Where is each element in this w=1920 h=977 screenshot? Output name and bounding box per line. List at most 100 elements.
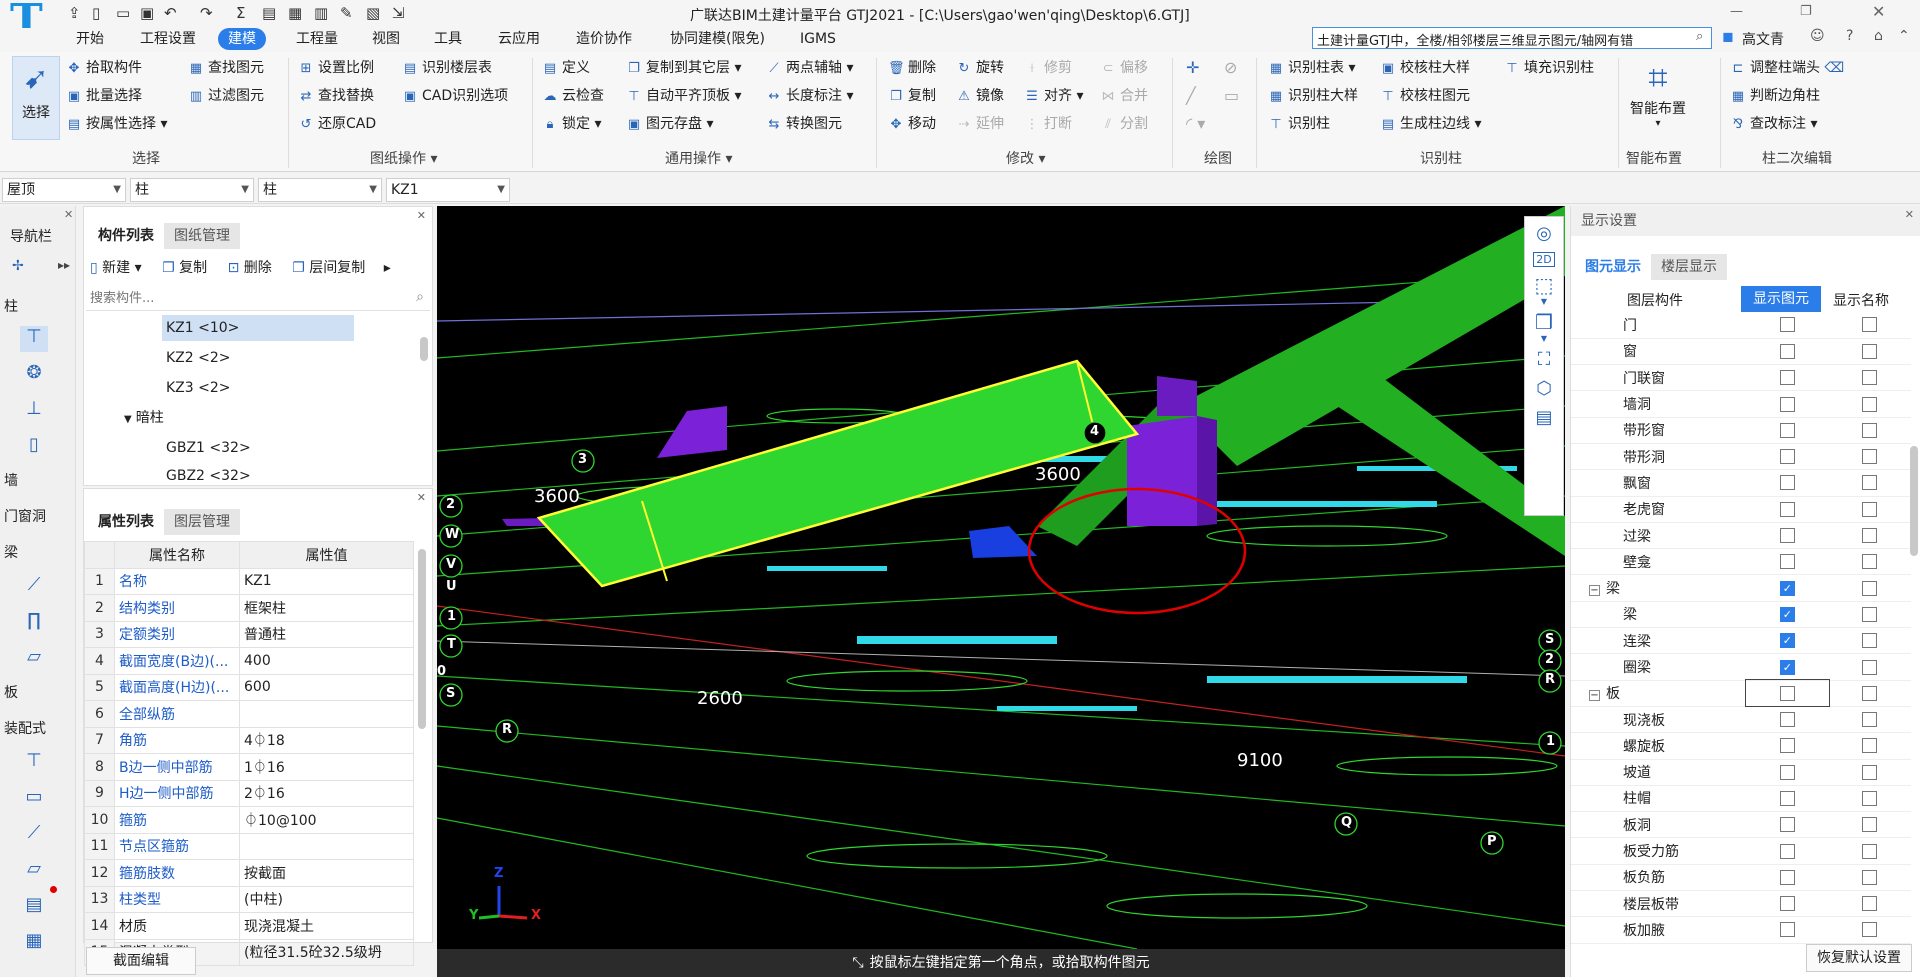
property-value[interactable]: KZ1 — [239, 567, 414, 595]
rotate-point-icon[interactable]: ⊘ — [1224, 58, 1237, 77]
show-name-cell[interactable] — [1828, 417, 1911, 444]
floor-select[interactable]: 屋顶 ▼ — [2, 178, 126, 202]
move-button[interactable]: ✥ 移动 — [888, 112, 936, 136]
tab-component-list[interactable]: 构件列表 — [88, 223, 164, 249]
scrollbar-thumb[interactable] — [418, 549, 426, 729]
show-element-checkbox[interactable] — [1779, 370, 1795, 386]
show-element-checkbox[interactable] — [1779, 475, 1795, 491]
split-button[interactable]: ⫽ 分割 — [1100, 112, 1148, 136]
property-value[interactable]: (中柱) — [239, 885, 414, 913]
menu-start[interactable]: 开始 — [66, 28, 114, 50]
category-select[interactable]: 柱 ▼ — [130, 178, 254, 202]
show-element-cell[interactable] — [1746, 390, 1829, 418]
minimize-icon[interactable]: — — [1730, 4, 1743, 19]
property-value[interactable]: 按截面 — [239, 859, 414, 887]
table-row[interactable]: 2 结构类别 框架柱 — [84, 594, 414, 622]
component-search-input[interactable] — [86, 287, 396, 309]
show-element-cell[interactable] — [1746, 312, 1829, 339]
property-value[interactable]: (粒径31.5砼32.5级坍 — [239, 938, 414, 966]
chevron-down-icon[interactable]: ▼ — [1525, 297, 1563, 306]
property-value[interactable]: 框架柱 — [239, 594, 414, 622]
property-value[interactable] — [239, 832, 414, 860]
layer-row[interactable]: 板负筋 — [1571, 864, 1911, 892]
table-row[interactable]: 12 箍筋肢数 按截面 — [84, 859, 414, 887]
panel-close-icon[interactable]: ✕ — [1905, 208, 1914, 221]
layer-row[interactable]: 门 — [1571, 312, 1911, 339]
show-element-cell[interactable] — [1746, 890, 1829, 918]
show-element-checkbox[interactable]: ✓ — [1779, 606, 1795, 622]
show-name-checkbox[interactable] — [1862, 554, 1878, 570]
judge-corner-column-button[interactable]: ▦ 判断边角柱 — [1730, 84, 1820, 108]
beam-icon[interactable]: ⟋ — [20, 574, 48, 600]
menu-project-settings[interactable]: 工程设置 — [130, 28, 206, 50]
show-name-checkbox[interactable] — [1862, 817, 1878, 833]
layer-row[interactable]: 窗 — [1571, 338, 1911, 366]
show-name-checkbox[interactable] — [1862, 317, 1878, 333]
group-label-modify[interactable]: 修改 ▾ — [1006, 148, 1045, 168]
show-element-checkbox[interactable] — [1779, 817, 1795, 833]
show-element-cell[interactable] — [1746, 496, 1829, 523]
show-name-cell[interactable] — [1828, 443, 1911, 471]
ring-beam-icon[interactable]: ▱ — [20, 646, 48, 672]
column-cap-icon[interactable]: ⊥ — [20, 398, 48, 424]
tab-layer-management[interactable]: 图层管理 — [164, 509, 240, 535]
menu-cloud[interactable]: 云应用 — [488, 28, 550, 50]
select-button[interactable]: ➹ 选择 — [12, 56, 60, 140]
table-icon[interactable]: ▥ — [314, 4, 328, 22]
show-name-cell[interactable] — [1828, 680, 1911, 707]
show-name-checkbox[interactable] — [1862, 501, 1878, 517]
show-element-cell[interactable] — [1746, 443, 1829, 471]
nav-section-column[interactable]: 柱 — [4, 296, 18, 316]
edit-icon[interactable]: ✎ — [340, 4, 353, 22]
chat-icon[interactable]: ☺ — [1810, 28, 1825, 44]
grid-icon[interactable]: ▦ — [288, 4, 302, 22]
show-name-cell[interactable] — [1828, 601, 1911, 629]
define-button[interactable]: ▤ 定义 — [542, 56, 590, 80]
show-element-cell[interactable] — [1745, 679, 1830, 708]
adjust-column-end-button[interactable]: ⊏ 调整柱端头 ⌫ — [1730, 56, 1845, 80]
show-name-checkbox[interactable] — [1862, 396, 1878, 412]
fit-view-icon[interactable]: ⛶ — [1525, 349, 1563, 370]
open-folder-icon[interactable]: ▭ — [116, 4, 130, 22]
help-search-input[interactable]: 土建计量GTJ中，全楼/相邻楼层三维显示图元/轴网有错 — [1312, 27, 1712, 49]
extend-button[interactable]: ⇢ 延伸 — [956, 112, 1004, 136]
component-select[interactable]: KZ1 ▼ — [386, 178, 510, 202]
show-name-cell[interactable] — [1828, 364, 1911, 392]
layer-row[interactable]: − 梁 ✓ — [1571, 574, 1911, 602]
sum-icon[interactable]: Σ — [236, 4, 245, 22]
property-value[interactable]: 2⏀16 — [239, 779, 414, 807]
property-value[interactable]: 400 — [239, 647, 414, 675]
cad-options-button[interactable]: ▣ CAD识别选项 — [402, 84, 508, 108]
tab-drawing-management[interactable]: 图纸管理 — [164, 223, 240, 249]
show-element-checkbox[interactable] — [1779, 554, 1795, 570]
layer-row[interactable]: 螺旋板 — [1571, 732, 1911, 760]
table-row[interactable]: 11 节点区箍筋 — [84, 832, 414, 860]
show-element-cell[interactable] — [1746, 522, 1829, 550]
help-icon[interactable]: ? — [1846, 28, 1853, 44]
show-element-cell[interactable] — [1746, 916, 1829, 944]
lock-button[interactable]: 🔒︎ 锁定 ▾ — [542, 112, 602, 136]
delete-component-button[interactable]: ⊡ 删除 — [228, 260, 272, 276]
nav-expand-icon[interactable]: ▸▸ — [58, 258, 70, 272]
render-mode-icon[interactable]: ⬡ — [1525, 378, 1563, 399]
layer-row[interactable]: 门联窗 — [1571, 364, 1911, 392]
user-avatar-icon[interactable]: ◼ — [1722, 29, 1734, 45]
show-element-cell[interactable] — [1746, 548, 1829, 576]
layer-row[interactable]: 现浇板 — [1571, 706, 1911, 734]
prefab-beam-icon[interactable]: ⟋ — [20, 822, 48, 848]
show-name-checkbox[interactable] — [1862, 449, 1878, 465]
table-row[interactable]: 4 截面宽度(B边)(... 400 — [84, 647, 414, 675]
rebar-icon[interactable]: ▧ — [366, 4, 380, 22]
menu-quantity[interactable]: 工程量 — [286, 28, 348, 50]
close-icon[interactable]: ✕ — [1872, 2, 1885, 21]
export-icon[interactable]: ⇲ — [392, 4, 405, 22]
nav-section-door-window[interactable]: 门窗洞 — [4, 506, 46, 526]
show-element-checkbox[interactable] — [1779, 501, 1795, 517]
scrollbar-thumb[interactable] — [420, 337, 428, 361]
property-value[interactable]: 4⏀18 — [239, 726, 414, 754]
recognize-column-table-button[interactable]: ▦ 识别柱表 ▾ — [1268, 56, 1356, 80]
table-row[interactable]: 10 箍筋 ⏀10@100 — [84, 806, 414, 834]
layer-row[interactable]: 板加腋 — [1571, 916, 1911, 944]
auto-flush-button[interactable]: ⊤ 自动平齐顶板 ▾ — [626, 84, 741, 108]
trim-button[interactable]: ⟊ 修剪 — [1024, 56, 1072, 80]
